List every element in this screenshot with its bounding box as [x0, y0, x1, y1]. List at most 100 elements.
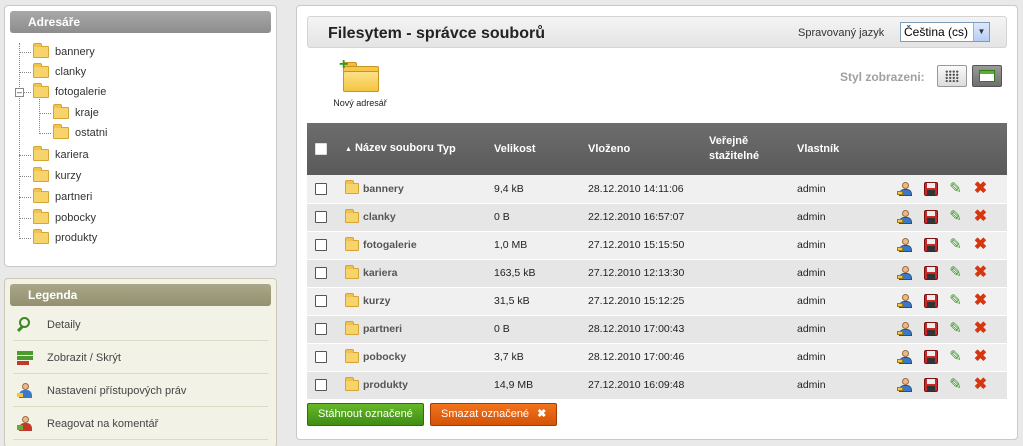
floppy-disk-icon[interactable]: [922, 265, 939, 281]
user-key-icon[interactable]: [897, 377, 914, 393]
name-cell[interactable]: produkty: [345, 371, 437, 399]
tree-item-kraje[interactable]: kraje: [53, 104, 99, 122]
pencil-icon[interactable]: ✎: [947, 377, 964, 393]
file-name[interactable]: bannery: [363, 183, 404, 195]
file-name[interactable]: partneri: [363, 323, 402, 335]
table-row[interactable]: clanky 0 B 22.12.2010 16:57:07 admin ✎ ✖: [307, 203, 1007, 231]
new-folder-icon: +: [339, 57, 379, 92]
tree-item-kurzy[interactable]: kurzy: [33, 167, 81, 185]
table-row[interactable]: pobocky 3,7 kB 28.12.2010 17:00:46 admin ✎ ✖: [307, 343, 1007, 371]
legend-item-label: Zobrazit / Skrýt: [47, 352, 121, 364]
inserted-cell: 27.12.2010 16:09:48: [588, 379, 685, 391]
delete-icon[interactable]: ✖: [972, 209, 989, 225]
grid-view-button[interactable]: [937, 65, 967, 87]
user-key-icon[interactable]: [897, 181, 914, 197]
table-row[interactable]: bannery 9,4 kB 28.12.2010 14:11:06 admin ✎ ✖: [307, 175, 1007, 203]
user-key-icon: [17, 383, 35, 399]
row-checkbox[interactable]: [315, 379, 327, 392]
row-checkbox[interactable]: [315, 295, 327, 308]
row-checkbox[interactable]: [315, 211, 327, 224]
file-name[interactable]: produkty: [363, 379, 408, 391]
name-cell[interactable]: partneri: [345, 315, 437, 343]
user-key-icon[interactable]: [897, 293, 914, 309]
name-cell[interactable]: pobocky: [345, 343, 437, 371]
delete-selected-button[interactable]: Smazat označené ✖: [430, 403, 558, 426]
user-key-icon[interactable]: [897, 349, 914, 365]
floppy-disk-icon[interactable]: [922, 321, 939, 337]
row-checkbox[interactable]: [315, 239, 327, 252]
table-row[interactable]: produkty 14,9 MB 27.12.2010 16:09:48 admin ✎…: [307, 371, 1007, 399]
table-row[interactable]: kariera 163,5 kB 27.12.2010 12:13:30 admin ✎…: [307, 259, 1007, 287]
tree-item-clanky[interactable]: clanky: [33, 63, 86, 81]
file-name[interactable]: kariera: [363, 267, 397, 279]
language-select[interactable]: Čeština (cs) ▼: [900, 22, 990, 42]
row-checkbox[interactable]: [315, 182, 327, 195]
table-row[interactable]: fotogalerie 1,0 MB 27.12.2010 15:15:50 admi…: [307, 231, 1007, 259]
file-name[interactable]: kurzy: [363, 295, 390, 307]
pencil-icon[interactable]: ✎: [947, 237, 964, 253]
delete-icon[interactable]: ✖: [972, 321, 989, 337]
user-key-icon[interactable]: [897, 209, 914, 225]
floppy-disk-icon[interactable]: [922, 377, 939, 393]
select-all-checkbox[interactable]: [315, 142, 327, 155]
delete-icon[interactable]: ✖: [972, 349, 989, 365]
delete-icon[interactable]: ✖: [972, 180, 989, 197]
user-key-icon[interactable]: [897, 237, 914, 253]
public-cell: [709, 343, 797, 371]
tree-item-fotogalerie[interactable]: fotogalerie: [33, 83, 106, 101]
column-type[interactable]: Typ: [437, 123, 494, 175]
column-size[interactable]: Velikost: [494, 123, 588, 175]
name-cell[interactable]: clanky: [345, 203, 437, 231]
user-key-icon[interactable]: [897, 321, 914, 337]
floppy-disk-icon[interactable]: [922, 237, 939, 253]
pencil-icon[interactable]: ✎: [947, 293, 964, 309]
pencil-icon[interactable]: ✎: [947, 321, 964, 337]
file-name[interactable]: clanky: [363, 211, 396, 223]
pencil-icon[interactable]: ✎: [947, 349, 964, 365]
column-owner[interactable]: Vlastník: [797, 123, 897, 175]
folder-icon: [33, 209, 49, 224]
row-checkbox[interactable]: [315, 323, 327, 336]
delete-icon[interactable]: ✖: [972, 265, 989, 281]
tree-item-partneri[interactable]: partneri: [33, 188, 92, 206]
new-directory-button[interactable]: + Nový adresář: [325, 57, 395, 109]
tree-item-ostatni[interactable]: ostatni: [53, 124, 107, 142]
tree-item-produkty[interactable]: produkty: [33, 229, 97, 247]
user-key-icon[interactable]: [897, 265, 914, 281]
row-checkbox[interactable]: [315, 267, 327, 280]
column-public[interactable]: Veřejně stažitelné: [709, 123, 797, 175]
collapse-toggle-icon[interactable]: –: [15, 88, 24, 97]
row-checkbox[interactable]: [315, 351, 327, 364]
name-cell[interactable]: kurzy: [345, 287, 437, 315]
column-inserted[interactable]: Vloženo: [588, 123, 709, 175]
tree-item-bannery[interactable]: bannery: [33, 43, 95, 61]
floppy-disk-icon[interactable]: [922, 293, 939, 309]
name-cell[interactable]: kariera: [345, 259, 437, 287]
column-name[interactable]: ▲ Název souboru: [345, 123, 437, 175]
type-cell: [437, 343, 494, 371]
download-selected-button[interactable]: Stáhnout označené: [307, 403, 424, 426]
header-bar: Filesytem - správce souborů Spravovaný j…: [307, 16, 1007, 48]
floppy-disk-icon[interactable]: [922, 181, 939, 197]
pencil-icon[interactable]: ✎: [947, 180, 964, 197]
tree-item-pobocky[interactable]: pobocky: [33, 209, 96, 227]
type-cell: [437, 315, 494, 343]
file-name[interactable]: pobocky: [363, 351, 406, 363]
floppy-disk-icon[interactable]: [922, 349, 939, 365]
floppy-disk-icon[interactable]: [922, 209, 939, 225]
file-name[interactable]: fotogalerie: [363, 239, 417, 251]
tree-item-kariera[interactable]: kariera: [33, 146, 89, 164]
chevron-down-icon[interactable]: ▼: [973, 23, 989, 41]
table-row[interactable]: kurzy 31,5 kB 27.12.2010 15:12:25 admin ✎ ✖: [307, 287, 1007, 315]
list-view-button[interactable]: [972, 65, 1002, 87]
public-cell: [709, 175, 797, 203]
delete-icon[interactable]: ✖: [972, 293, 989, 309]
name-cell[interactable]: bannery: [345, 175, 437, 203]
table-row[interactable]: partneri 0 B 28.12.2010 17:00:43 admin ✎ ✖: [307, 315, 1007, 343]
delete-icon[interactable]: ✖: [972, 377, 989, 393]
pencil-icon[interactable]: ✎: [947, 209, 964, 225]
folder-icon: [345, 376, 359, 391]
name-cell[interactable]: fotogalerie: [345, 231, 437, 259]
delete-icon[interactable]: ✖: [972, 237, 989, 253]
pencil-icon[interactable]: ✎: [947, 265, 964, 281]
